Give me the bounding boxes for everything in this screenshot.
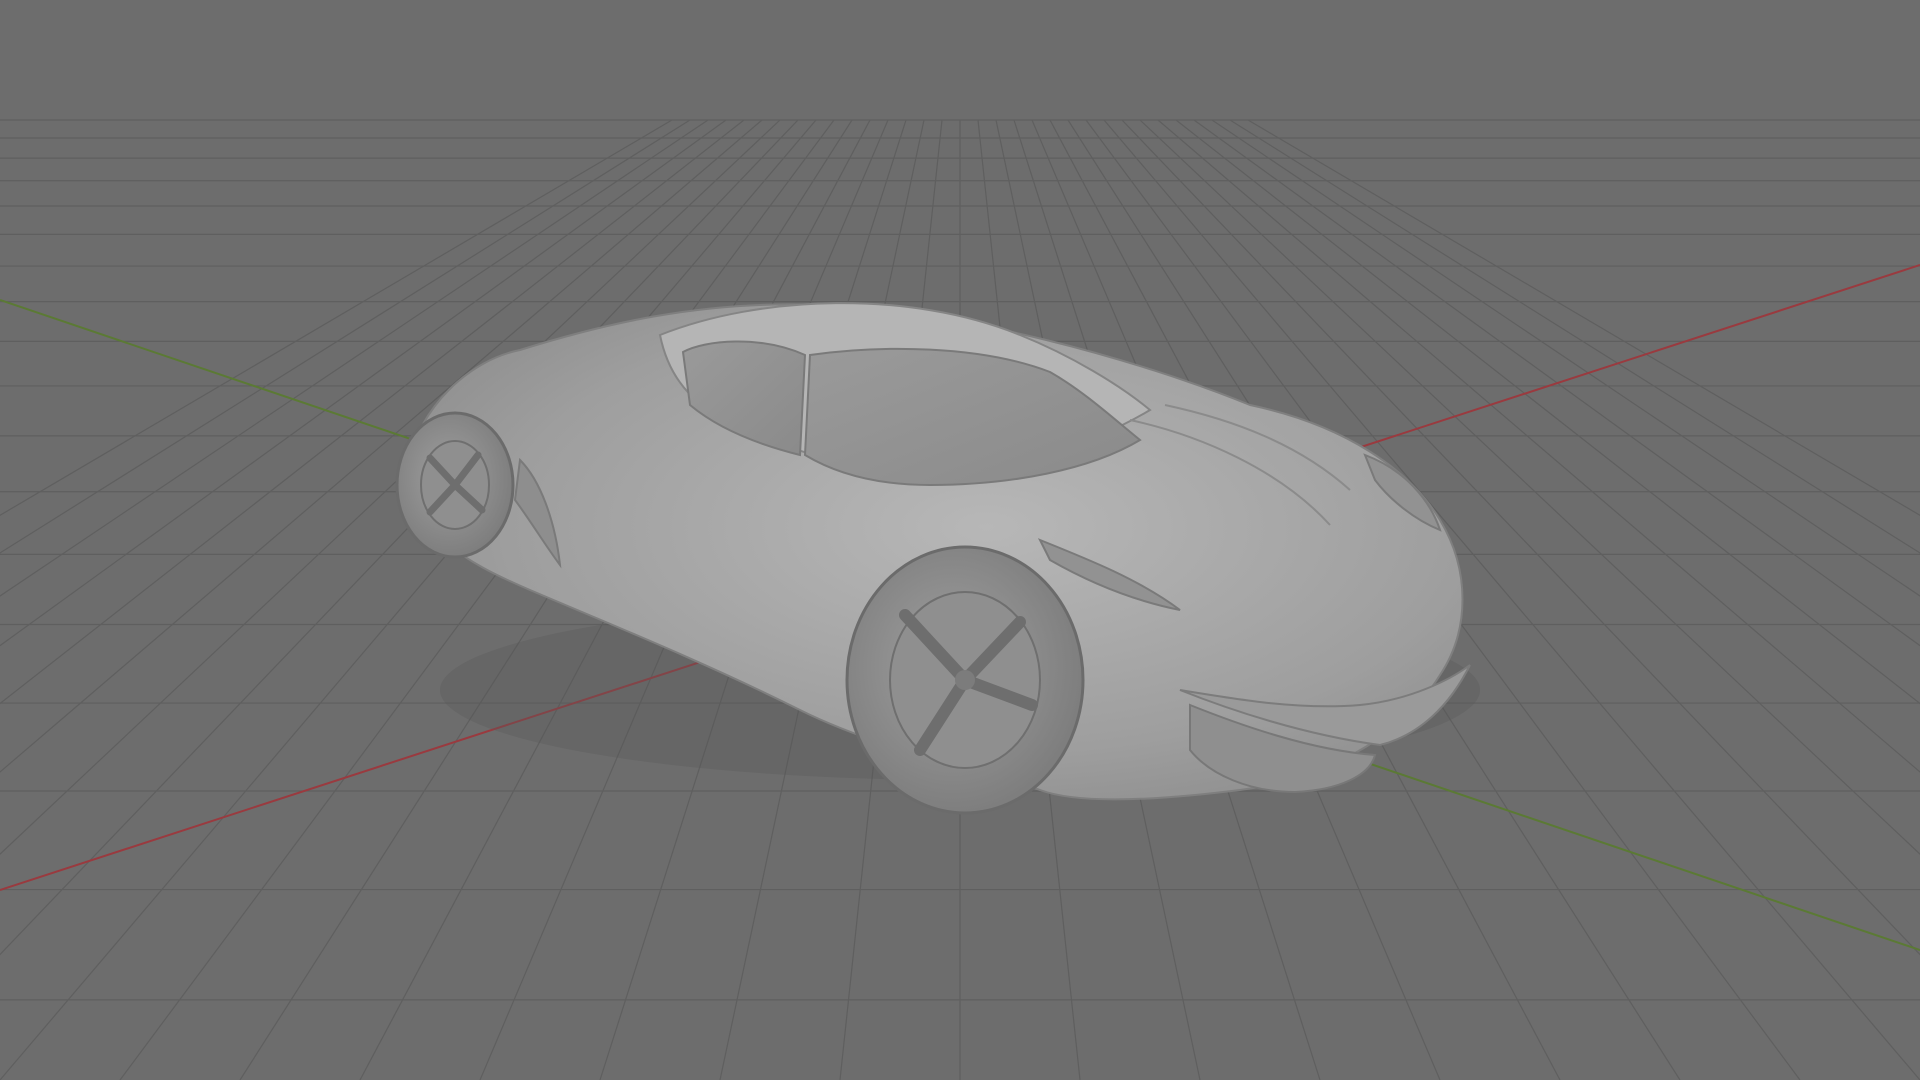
3d-viewport[interactable] (0, 0, 1920, 1080)
rear-wheel (395, 411, 515, 559)
viewport-canvas[interactable] (0, 0, 1920, 1080)
front-wheel (845, 545, 1085, 815)
